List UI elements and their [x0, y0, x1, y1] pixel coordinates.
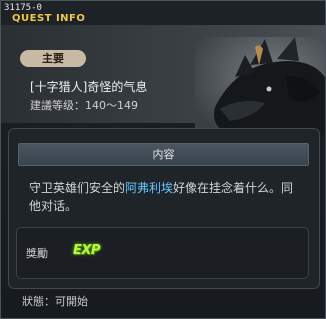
recommended-level: 建議等级：140～149 — [30, 99, 138, 112]
quest-status: 狀態：可開始 — [22, 295, 88, 308]
quest-id: 31175-0 — [4, 3, 42, 13]
quest-info-window: 31175-0 QUEST INFO 主要 [十字猎人]奇怪的气息 建議等级：1… — [0, 0, 326, 319]
reward-box: 獎勵 EXP — [16, 227, 309, 279]
reward-label: 獎勵 — [26, 247, 48, 260]
exp-icon[interactable]: EXP — [73, 243, 100, 258]
window-title: QUEST INFO — [12, 13, 86, 24]
npc-name-link[interactable]: 阿弗利埃 — [125, 181, 173, 195]
quest-name: [十字猎人]奇怪的气息 — [30, 80, 148, 94]
description-text-1: 守卫英雄们安全的 — [29, 181, 126, 195]
category-tag: 主要 — [20, 50, 86, 67]
quest-description: 守卫英雄们安全的阿弗利埃好像在挂念着什么。同他对话。 — [29, 179, 304, 215]
content-panel: 内容 守卫英雄们安全的阿弗利埃好像在挂念着什么。同他对话。 獎勵 EXP — [8, 128, 320, 289]
content-header: 内容 — [18, 143, 309, 166]
